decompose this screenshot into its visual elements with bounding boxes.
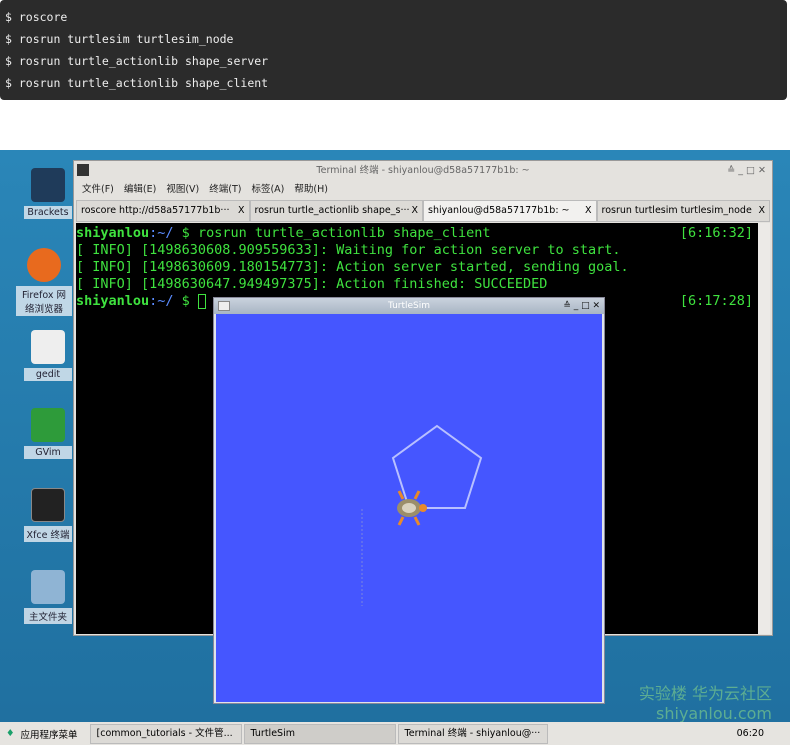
menu-bar: 文件(F) 编辑(E) 视图(V) 终端(T) 标签(A) 帮助(H): [74, 180, 772, 200]
app-menu-icon: ♦: [6, 728, 15, 739]
window-controls[interactable]: ≙ _ □ ✕: [563, 298, 600, 314]
brackets-icon: [31, 168, 65, 202]
close-icon[interactable]: X: [238, 201, 245, 221]
prompt-user: shiyanlou: [76, 225, 150, 241]
tab-roscore[interactable]: roscore http://d58a57177b1b··· X: [76, 200, 250, 222]
prompt-user: shiyanlou: [76, 293, 150, 309]
tab-shape-server[interactable]: rosrun turtle_actionlib shape_s··· X: [249, 200, 423, 222]
taskbar-item-terminal[interactable]: Terminal 终端 - shiyanlou@···: [397, 723, 548, 744]
scrollbar[interactable]: [758, 223, 770, 634]
gedit-icon: [31, 330, 65, 364]
menu-file[interactable]: 文件(F): [82, 184, 114, 195]
code-line: $ rosrun turtle_actionlib shape_server: [5, 54, 269, 68]
pentagon-path: [391, 424, 483, 509]
window-title: Terminal 终端 - shiyanlou@d58a57177b1b: ~: [316, 165, 530, 176]
tab-label: shiyanlou@d58a57177b1b: ~: [428, 205, 570, 216]
tab-label: rosrun turtle_actionlib shape_s···: [254, 205, 410, 216]
watermark: 实验楼 华为云社区 shiyanlou.com: [638, 684, 772, 723]
menu-tabs[interactable]: 标签(A): [251, 184, 284, 195]
tab-bar: roscore http://d58a57177b1b··· X rosrun t…: [76, 200, 770, 222]
app-menu-button[interactable]: 应用程序菜单: [21, 727, 78, 741]
code-line: $ rosrun turtlesim turtlesim_node: [5, 32, 234, 46]
log-line: [ INFO] [1498630647.949497375]: Action f…: [76, 276, 548, 292]
window-title: TurtleSim: [387, 301, 431, 311]
close-icon[interactable]: X: [758, 201, 765, 221]
command: rosrun turtle_actionlib shape_client: [197, 225, 491, 241]
desktop-icon-gvim[interactable]: GVim: [24, 408, 72, 459]
tab-label: rosrun turtlesim turtlesim_node: [601, 205, 752, 216]
desktop-icon-brackets[interactable]: Brackets: [24, 168, 72, 219]
firefox-icon: [27, 248, 61, 282]
menu-view[interactable]: 视图(V): [166, 184, 199, 195]
timestamp: [6:16:32]: [679, 225, 753, 241]
timestamp: [6:17:28]: [679, 293, 753, 309]
terminal-icon: [31, 488, 65, 522]
log-line: [ INFO] [1498630609.180154773]: Action s…: [76, 259, 629, 275]
prompt-path: :~/: [149, 293, 174, 309]
tab-shell-active[interactable]: shiyanlou@d58a57177b1b: ~ X: [423, 200, 597, 222]
folder-icon: [31, 570, 65, 604]
turtlesim-titlebar[interactable]: TurtleSim ≙ _ □ ✕: [214, 298, 604, 314]
prompt-symbol: $: [173, 225, 198, 241]
taskbar: ♦ 应用程序菜单 [common_tutorials - 文件管... Turt…: [0, 722, 790, 745]
menu-terminal[interactable]: 终端(T): [209, 184, 241, 195]
terminal-app-icon: [77, 164, 89, 176]
terminal-titlebar[interactable]: Terminal 终端 - shiyanlou@d58a57177b1b: ~ …: [74, 161, 772, 180]
clock[interactable]: 06:20: [737, 728, 764, 739]
vim-icon: [31, 408, 65, 442]
tab-label: roscore http://d58a57177b1b···: [81, 205, 230, 216]
window-icon: [218, 301, 230, 311]
turtle-drawing: [361, 424, 483, 606]
prompt-path: :~/: [149, 225, 174, 241]
menu-help[interactable]: 帮助(H): [294, 184, 328, 195]
taskbar-item-file-manager[interactable]: [common_tutorials - 文件管...: [89, 723, 242, 744]
prompt-symbol: $: [173, 293, 198, 309]
turtle-icon: [397, 490, 427, 526]
log-line: [ INFO] [1498630608.909559633]: Waiting …: [76, 242, 621, 258]
tab-turtlesim-node[interactable]: rosrun turtlesim turtlesim_node X: [596, 200, 770, 222]
menu-edit[interactable]: 编辑(E): [124, 184, 156, 195]
close-icon[interactable]: X: [585, 201, 592, 221]
desktop-icon-firefox[interactable]: Firefox 网络浏览器: [16, 248, 72, 316]
code-line: $ roscore: [5, 10, 68, 24]
taskbar-item-turtlesim[interactable]: TurtleSim: [243, 723, 396, 744]
turtlesim-canvas: [216, 314, 602, 702]
desktop-icon-xfce-terminal[interactable]: Xfce 终端: [24, 488, 72, 542]
code-block: $ roscore $ rosrun turtlesim turtlesim_n…: [0, 0, 787, 100]
cursor: [197, 293, 206, 309]
window-controls[interactable]: ≙ _ □ ✕: [727, 161, 766, 180]
code-line: $ rosrun turtle_actionlib shape_client: [5, 76, 269, 90]
close-icon[interactable]: X: [411, 201, 418, 221]
desktop-icon-home-folder[interactable]: 主文件夹: [24, 570, 72, 624]
desktop-icon-gedit[interactable]: gedit: [24, 330, 72, 381]
turtlesim-window: TurtleSim ≙ _ □ ✕: [213, 297, 605, 704]
prompt-line: shiyanlou:~/ $ rosrun turtle_actionlib s…: [76, 225, 759, 242]
